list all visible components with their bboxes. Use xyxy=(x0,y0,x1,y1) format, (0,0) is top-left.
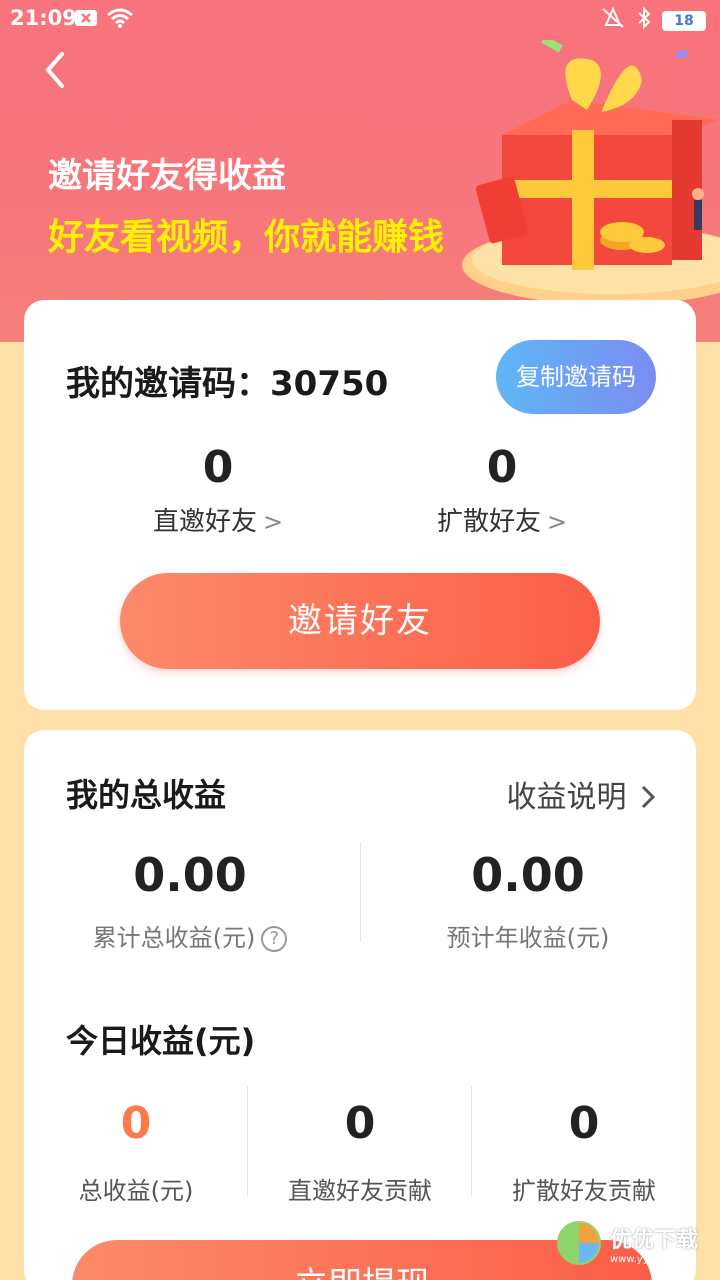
earnings-card: 我的总收益 收益说明 0.00 累计总收益(元)? 0.00 预计年收益(元) … xyxy=(24,730,696,1280)
today-direct-label: 直邀好友贡献 xyxy=(288,1177,432,1205)
today-spread-value: 0 xyxy=(568,1098,600,1149)
spread-friends-count: 0 xyxy=(486,442,518,493)
wifi-icon xyxy=(106,8,134,34)
chevron-right-icon: > xyxy=(546,508,568,536)
status-bar: 21:09 18 xyxy=(0,0,720,38)
divider xyxy=(360,842,361,942)
today-total-label: 总收益(元) xyxy=(78,1177,194,1205)
today-earnings-title: 今日收益(元) xyxy=(66,1022,256,1060)
direct-friends-stat[interactable]: 0 直邀好友 > xyxy=(118,442,318,538)
earnings-explain-link[interactable]: 收益说明 xyxy=(506,772,656,816)
annual-earnings-label: 预计年收益(元) xyxy=(446,924,610,952)
invite-friends-button[interactable]: 邀请好友 xyxy=(120,573,600,669)
today-direct-stat: 0 直邀好友贡献 xyxy=(248,1098,472,1206)
today-total-value: 0 xyxy=(120,1098,152,1149)
watermark: 优优下载 www.yyxt.com xyxy=(554,1218,698,1268)
chevron-right-icon xyxy=(641,785,656,809)
bluetooth-icon xyxy=(636,6,652,35)
help-icon[interactable]: ? xyxy=(261,926,288,952)
watermark-url: www.yyxt.com xyxy=(609,1253,683,1265)
today-direct-value: 0 xyxy=(344,1098,376,1149)
today-spread-stat: 0 扩散好友贡献 xyxy=(472,1098,696,1206)
spread-friends-label: 扩散好友 xyxy=(436,507,541,537)
copy-invite-code-button[interactable]: 复制邀请码 xyxy=(496,340,656,414)
total-earnings-value: 0.00 xyxy=(133,848,247,902)
chevron-left-icon xyxy=(45,52,64,88)
watermark-text: 优优下载 xyxy=(609,1227,698,1253)
today-spread-label: 扩散好友贡献 xyxy=(512,1177,656,1205)
total-earnings-label: 累计总收益(元) xyxy=(92,924,256,952)
status-time: 21:09 xyxy=(10,6,77,30)
direct-friends-label: 直邀好友 xyxy=(152,507,257,537)
today-total-stat: 0 总收益(元) xyxy=(24,1098,248,1206)
invite-code: 我的邀请码：30750 xyxy=(66,356,388,405)
notification-icon xyxy=(74,8,98,34)
total-earnings-title: 我的总收益 xyxy=(66,776,227,814)
invite-card: 我的邀请码：30750 复制邀请码 0 直邀好友 > 0 扩散好友 > 邀请好友 xyxy=(24,300,696,710)
invite-code-label: 我的邀请码： xyxy=(66,364,270,404)
annual-earnings-value: 0.00 xyxy=(471,848,585,902)
total-earnings-stat: 0.00 累计总收益(元)? xyxy=(40,848,340,953)
spread-friends-stat[interactable]: 0 扩散好友 > xyxy=(402,442,602,538)
annual-earnings-stat: 0.00 预计年收益(元) xyxy=(378,848,678,953)
gift-box-illustration xyxy=(462,40,720,305)
hero-banner: 21:09 18 邀请好友得收益 好友看视频，你就能赚钱 xyxy=(0,0,720,342)
vibrate-icon xyxy=(600,6,626,35)
direct-friends-count: 0 xyxy=(202,442,234,493)
back-button[interactable] xyxy=(36,50,76,90)
hero-title: 邀请好友得收益 xyxy=(48,156,286,196)
chevron-right-icon: > xyxy=(262,508,284,536)
watermark-logo-icon xyxy=(556,1221,601,1265)
invite-code-value: 30750 xyxy=(270,364,389,404)
hero-subtitle: 好友看视频，你就能赚钱 xyxy=(48,217,445,258)
battery-icon: 18 xyxy=(662,11,706,31)
